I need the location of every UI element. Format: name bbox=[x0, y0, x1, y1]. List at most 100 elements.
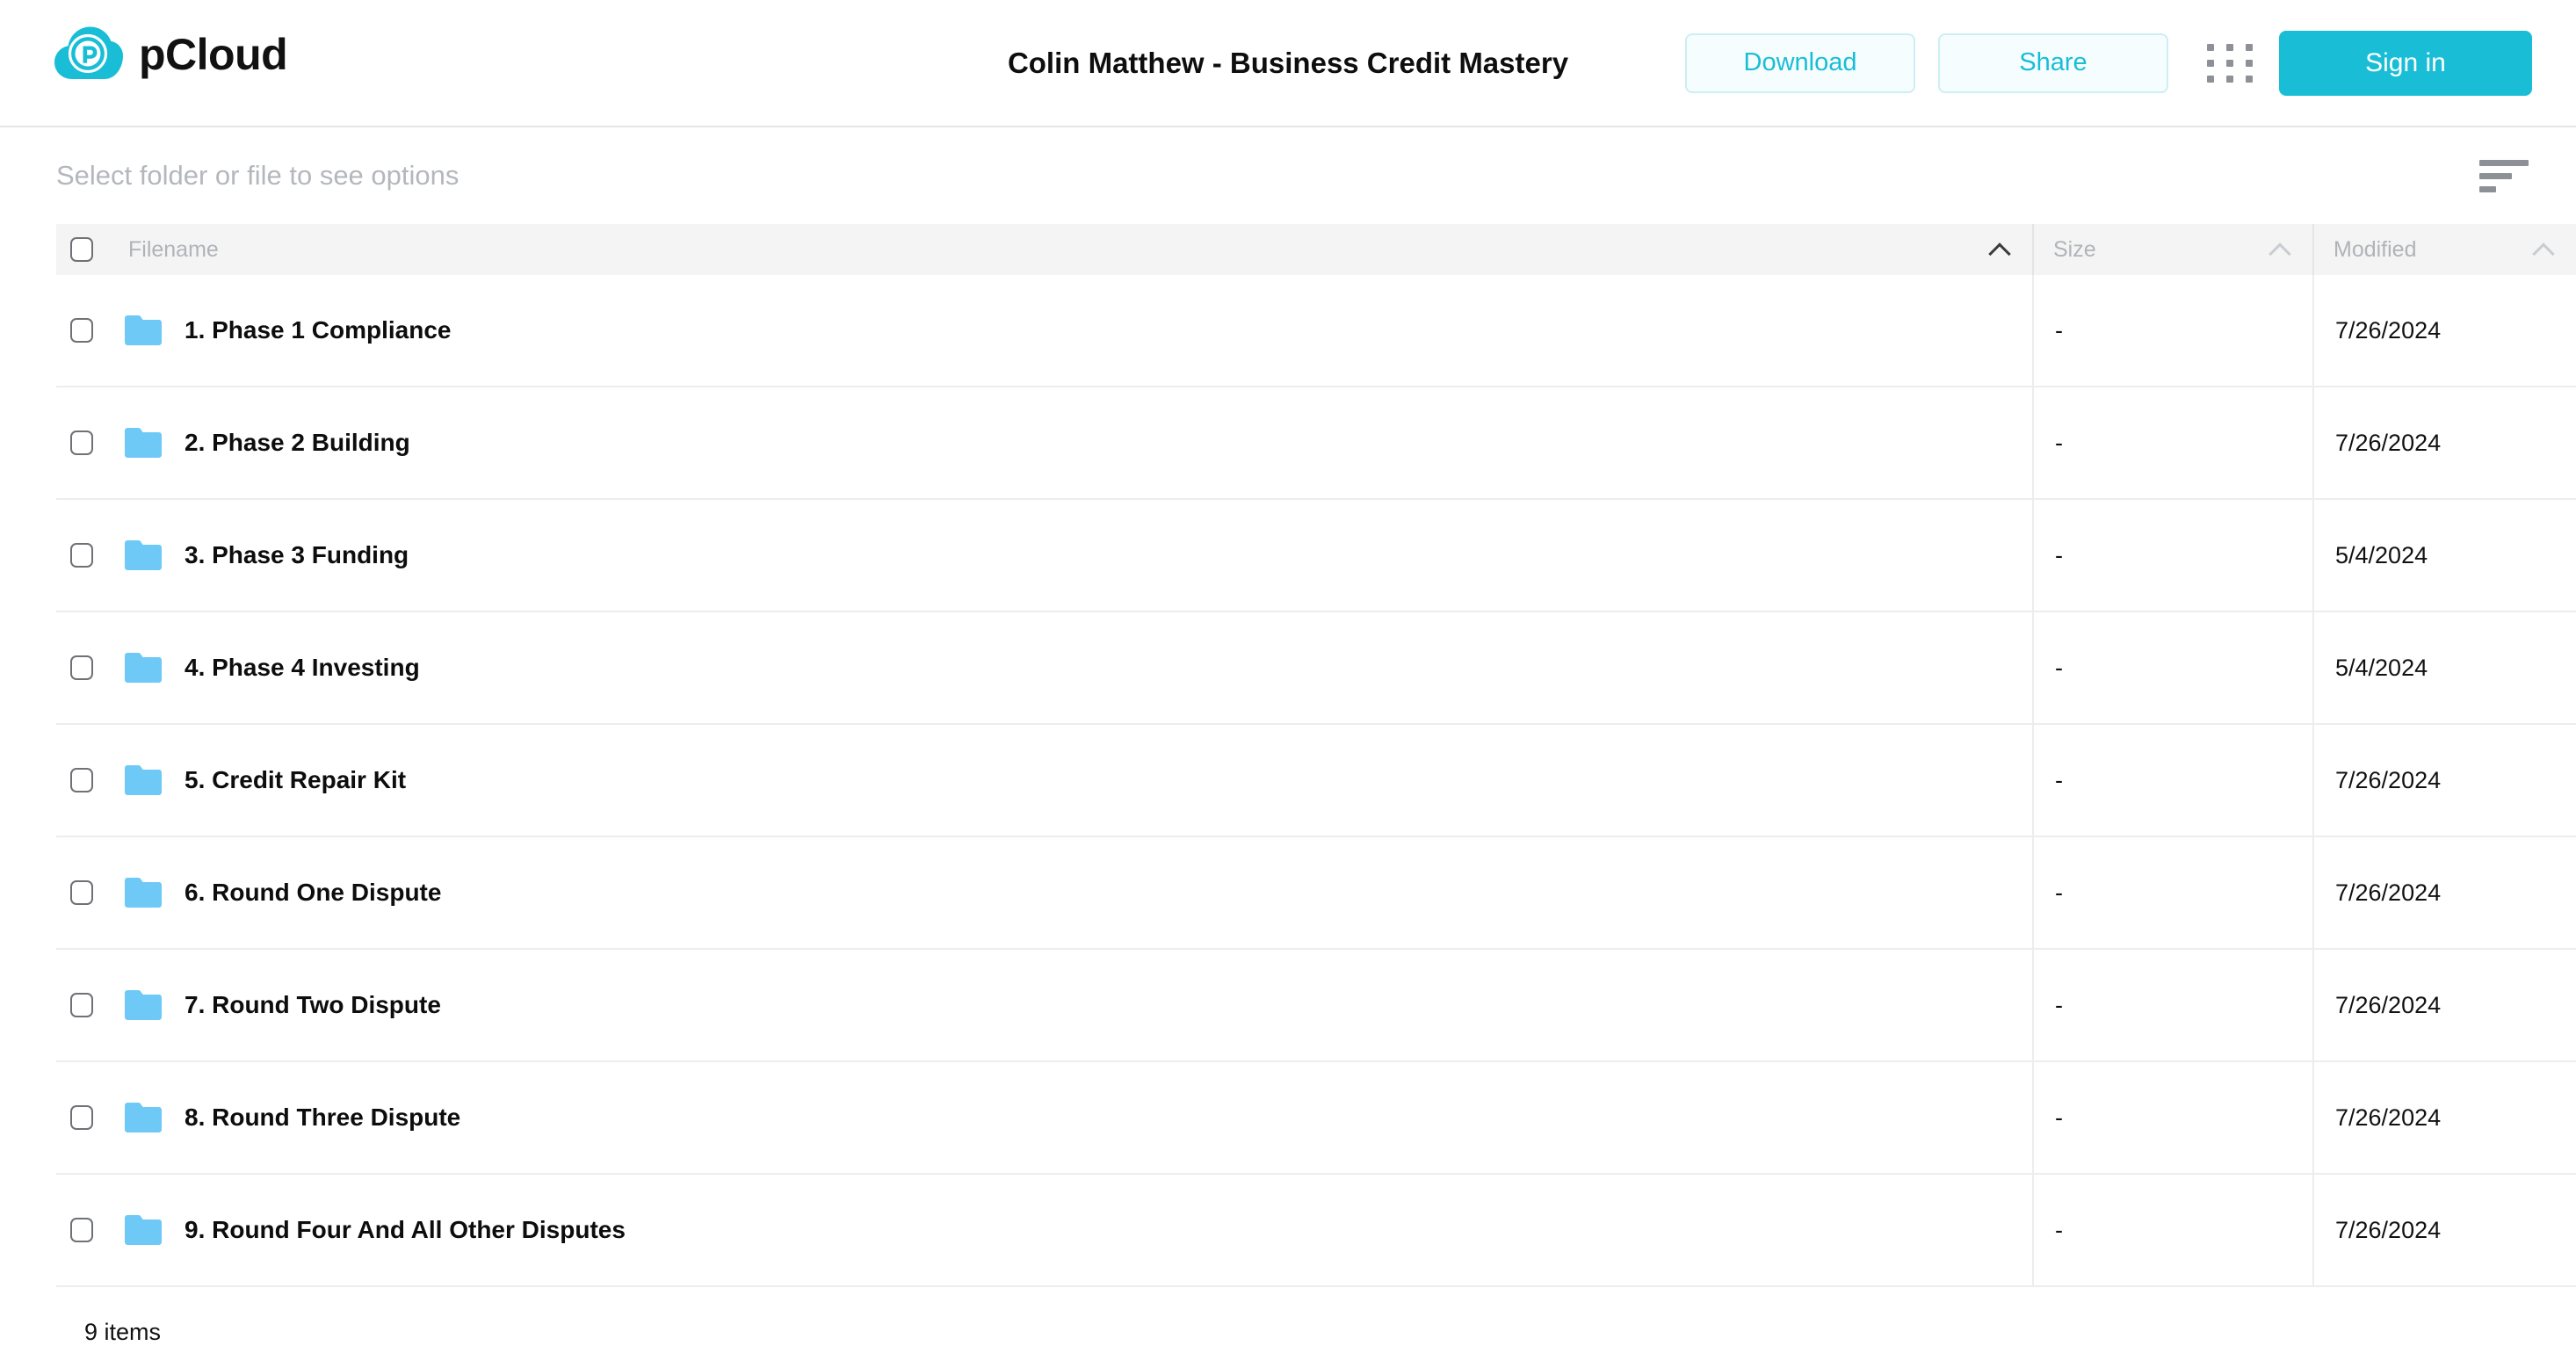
row-filename: 6. Round One Dispute bbox=[185, 879, 442, 906]
row-name-cell[interactable]: 1. Phase 1 Compliance bbox=[56, 275, 2032, 386]
row-checkbox[interactable] bbox=[70, 1105, 93, 1130]
row-size-cell: - bbox=[2032, 387, 2312, 498]
folder-icon bbox=[125, 653, 162, 683]
row-size-cell: - bbox=[2032, 612, 2312, 723]
row-modified-cell: 7/26/2024 bbox=[2312, 1175, 2576, 1285]
row-size-cell: - bbox=[2032, 950, 2312, 1060]
column-header-filename-label: Filename bbox=[128, 236, 219, 262]
row-filename: 4. Phase 4 Investing bbox=[185, 654, 420, 681]
column-header-modified[interactable]: Modified bbox=[2312, 224, 2576, 275]
row-filename: 2. Phase 2 Building bbox=[185, 429, 410, 456]
row-size: - bbox=[2055, 654, 2063, 681]
row-size: - bbox=[2055, 879, 2063, 906]
row-checkbox[interactable] bbox=[70, 431, 93, 455]
column-header-size[interactable]: Size bbox=[2032, 224, 2312, 275]
row-size: - bbox=[2055, 541, 2063, 568]
row-checkbox[interactable] bbox=[70, 1218, 93, 1242]
row-size-cell: - bbox=[2032, 725, 2312, 836]
pcloud-cloud-logo-icon bbox=[54, 26, 123, 79]
brand[interactable]: pCloud bbox=[54, 25, 288, 84]
chevron-up-icon[interactable] bbox=[2270, 240, 2290, 259]
row-name-cell[interactable]: 9. Round Four And All Other Disputes bbox=[56, 1175, 2032, 1285]
row-size: - bbox=[2055, 316, 2063, 344]
share-button[interactable]: Share bbox=[1938, 33, 2168, 93]
row-filename: 3. Phase 3 Funding bbox=[185, 541, 409, 568]
row-filename: 7. Round Two Dispute bbox=[185, 991, 441, 1018]
row-modified: 7/26/2024 bbox=[2335, 1216, 2442, 1243]
top-bar: pCloud Colin Matthew - Business Credit M… bbox=[0, 0, 2576, 127]
table-row[interactable]: 1. Phase 1 Compliance - 7/26/2024 bbox=[56, 275, 2576, 387]
row-modified-cell: 5/4/2024 bbox=[2312, 500, 2576, 611]
folder-icon bbox=[125, 990, 162, 1020]
row-filename: 9. Round Four And All Other Disputes bbox=[185, 1216, 626, 1243]
chevron-up-icon[interactable] bbox=[2534, 240, 2553, 259]
download-button[interactable]: Download bbox=[1685, 33, 1915, 93]
row-modified-cell: 7/26/2024 bbox=[2312, 387, 2576, 498]
row-name-cell[interactable]: 4. Phase 4 Investing bbox=[56, 612, 2032, 723]
row-size-cell: - bbox=[2032, 837, 2312, 948]
table-row[interactable]: 2. Phase 2 Building - 7/26/2024 bbox=[56, 387, 2576, 500]
table-row[interactable]: 9. Round Four And All Other Disputes - 7/2… bbox=[56, 1175, 2576, 1287]
row-modified: 5/4/2024 bbox=[2335, 654, 2428, 681]
table-row[interactable]: 7. Round Two Dispute - 7/26/2024 bbox=[56, 950, 2576, 1062]
table-row[interactable]: 4. Phase 4 Investing - 5/4/2024 bbox=[56, 612, 2576, 725]
row-modified: 7/26/2024 bbox=[2335, 316, 2442, 344]
folder-icon bbox=[125, 428, 162, 458]
row-checkbox[interactable] bbox=[70, 655, 93, 680]
chevron-up-icon[interactable] bbox=[1990, 240, 2009, 259]
row-checkbox[interactable] bbox=[70, 993, 93, 1017]
row-size-cell: - bbox=[2032, 1175, 2312, 1285]
item-count: 9 items bbox=[84, 1319, 162, 1345]
table-row[interactable]: 6. Round One Dispute - 7/26/2024 bbox=[56, 837, 2576, 950]
row-size: - bbox=[2055, 1104, 2063, 1131]
row-modified: 7/26/2024 bbox=[2335, 991, 2442, 1018]
row-checkbox[interactable] bbox=[70, 543, 93, 568]
row-name-cell[interactable]: 7. Round Two Dispute bbox=[56, 950, 2032, 1060]
row-modified: 5/4/2024 bbox=[2335, 541, 2428, 568]
select-all-cell[interactable] bbox=[56, 224, 114, 275]
sign-in-button[interactable]: Sign in bbox=[2279, 30, 2532, 96]
row-modified: 7/26/2024 bbox=[2335, 879, 2442, 906]
file-list: Filename Size Modified 1. Phase 1 Compli… bbox=[0, 224, 2576, 1346]
column-header-filename[interactable]: Filename bbox=[114, 224, 2032, 275]
row-checkbox[interactable] bbox=[70, 768, 93, 792]
row-modified-cell: 7/26/2024 bbox=[2312, 1062, 2576, 1173]
select-hint-text: Select folder or file to see options bbox=[56, 160, 459, 191]
brand-name: pCloud bbox=[139, 30, 288, 79]
table-header-row: Filename Size Modified bbox=[56, 224, 2576, 275]
apps-grid-icon[interactable] bbox=[2203, 40, 2256, 86]
row-modified-cell: 7/26/2024 bbox=[2312, 950, 2576, 1060]
row-checkbox[interactable] bbox=[70, 318, 93, 343]
row-filename: 5. Credit Repair Kit bbox=[185, 766, 407, 793]
row-modified-cell: 7/26/2024 bbox=[2312, 837, 2576, 948]
row-size-cell: - bbox=[2032, 1062, 2312, 1173]
table-body: 1. Phase 1 Compliance -7/26/2024 2. Phase … bbox=[0, 275, 2576, 1287]
column-header-modified-label: Modified bbox=[2334, 236, 2417, 262]
row-size-cell: - bbox=[2032, 500, 2312, 611]
table-row[interactable]: 3. Phase 3 Funding - 5/4/2024 bbox=[56, 500, 2576, 612]
row-name-cell[interactable]: 3. Phase 3 Funding bbox=[56, 500, 2032, 611]
table-row[interactable]: 5. Credit Repair Kit - 7/26/2024 bbox=[56, 725, 2576, 837]
row-size: - bbox=[2055, 766, 2063, 793]
row-filename: 8. Round Three Dispute bbox=[185, 1104, 461, 1131]
row-modified: 7/26/2024 bbox=[2335, 1104, 2442, 1131]
sort-lines-icon[interactable] bbox=[2479, 158, 2529, 193]
row-size: - bbox=[2055, 991, 2063, 1018]
row-modified: 7/26/2024 bbox=[2335, 429, 2442, 456]
row-modified-cell: 7/26/2024 bbox=[2312, 275, 2576, 386]
row-checkbox[interactable] bbox=[70, 880, 93, 905]
row-name-cell[interactable]: 5. Credit Repair Kit bbox=[56, 725, 2032, 836]
row-name-cell[interactable]: 2. Phase 2 Building bbox=[56, 387, 2032, 498]
row-name-cell[interactable]: 6. Round One Dispute bbox=[56, 837, 2032, 948]
select-all-checkbox[interactable] bbox=[70, 237, 93, 262]
table-row[interactable]: 8. Round Three Dispute - 7/26/2024 bbox=[56, 1062, 2576, 1175]
column-header-size-label: Size bbox=[2053, 236, 2096, 262]
row-filename: 1. Phase 1 Compliance bbox=[185, 316, 452, 344]
folder-icon bbox=[125, 315, 162, 345]
folder-icon bbox=[125, 1215, 162, 1245]
folder-icon bbox=[125, 540, 162, 570]
row-name-cell[interactable]: 8. Round Three Dispute bbox=[56, 1062, 2032, 1173]
page-title: Colin Matthew - Business Credit Mastery bbox=[1007, 46, 1569, 79]
row-size-cell: - bbox=[2032, 275, 2312, 386]
folder-icon bbox=[125, 1103, 162, 1133]
